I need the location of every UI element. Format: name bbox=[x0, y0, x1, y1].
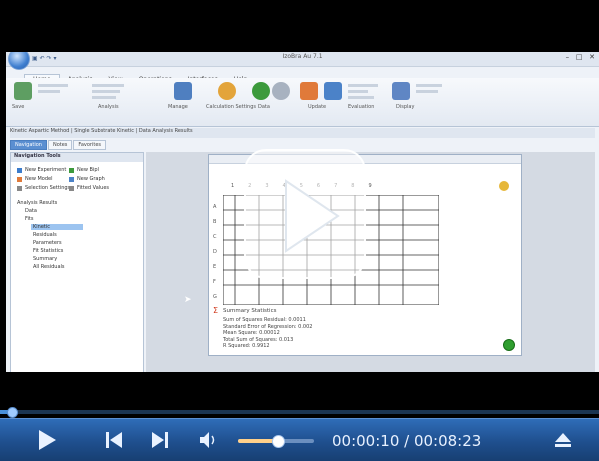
ribbon-tabs: HomeAnalysisViewOperationsInterfacesHelp bbox=[24, 66, 255, 84]
app-titlebar: IzoBra Au 7.1 – □ ✕ bbox=[6, 52, 599, 67]
seek-bar[interactable] bbox=[0, 407, 599, 418]
new-bipl-icon bbox=[69, 168, 74, 173]
ribbon-toolbar: Save Analysis Manage Calculation Setting… bbox=[6, 78, 599, 127]
tree-item: Summary bbox=[33, 256, 58, 262]
new-graph-icon bbox=[69, 177, 74, 182]
ribbon-text-line bbox=[348, 84, 378, 87]
ribbon-label: Data bbox=[258, 104, 270, 110]
new-experiment-icon bbox=[17, 168, 22, 173]
workspace-area: 123456789 ABCDEFG Σ bbox=[146, 152, 595, 372]
play-icon bbox=[39, 430, 56, 450]
summary-title: Summary Statistics bbox=[223, 308, 277, 314]
navigation-pane: Navigation Tools New Experiment New Bipl… bbox=[10, 152, 144, 372]
quick-access-toolbar: ▣ ↶ ↷ ▾ bbox=[32, 55, 57, 62]
video-area[interactable]: IzoBra Au 7.1 – □ ✕ ▣ ↶ ↷ ▾ HomeAnalysis… bbox=[0, 0, 599, 398]
summary-lines: Sum of Squares Residual: 0.0011 Standard… bbox=[223, 317, 312, 350]
subtab-notes: Notes bbox=[47, 140, 73, 150]
nav-item: New Bipl bbox=[77, 167, 99, 173]
player-control-bar: 00:00:10 / 00:08:23 bbox=[0, 418, 599, 461]
time-display: 00:00:10 / 00:08:23 bbox=[332, 432, 482, 450]
ribbon-text-line bbox=[38, 90, 60, 93]
tree-item: Residuals bbox=[33, 232, 57, 238]
fitted-values-icon bbox=[69, 186, 74, 191]
tree-item: Parameters bbox=[33, 240, 62, 246]
next-button[interactable] bbox=[150, 430, 170, 450]
volume-button[interactable] bbox=[198, 430, 220, 450]
new-model-icon bbox=[17, 177, 22, 182]
update-icon bbox=[324, 82, 342, 100]
ribbon-text-line bbox=[416, 90, 438, 93]
subtab-favorites: Favorites bbox=[73, 140, 107, 150]
next-icon bbox=[152, 432, 164, 448]
manage-icon bbox=[174, 82, 192, 100]
eject-icon bbox=[555, 433, 571, 442]
ribbon-label: Calculation Settings bbox=[206, 104, 256, 110]
tree-item: Fit Statistics bbox=[33, 248, 64, 254]
ribbon-text-line bbox=[348, 90, 368, 93]
mouse-cursor-icon: ➤ bbox=[184, 295, 192, 305]
tree-item-selected: Kinetic bbox=[31, 224, 83, 230]
ribbon-label: Evaluation bbox=[348, 104, 375, 110]
tree-item: Analysis Results bbox=[17, 200, 58, 206]
ribbon-text-line bbox=[348, 96, 374, 99]
ribbon-label: Manage bbox=[168, 104, 188, 110]
ribbon-text-line bbox=[416, 84, 442, 87]
data-icon bbox=[252, 82, 270, 100]
summary-sigma-icon: Σ bbox=[213, 306, 219, 315]
nav-item: Selection Settings bbox=[25, 185, 71, 191]
previous-button[interactable] bbox=[104, 430, 124, 450]
sigma-icon bbox=[300, 82, 318, 100]
volume-thumb[interactable] bbox=[272, 435, 285, 448]
nav-item: New Model bbox=[25, 176, 53, 182]
play-button[interactable] bbox=[36, 428, 58, 452]
selection-settings-icon bbox=[17, 186, 22, 191]
eject-button[interactable] bbox=[553, 431, 573, 449]
worksheet-row-labels: ABCDEFG bbox=[213, 204, 217, 300]
nav-item: New Experiment bbox=[25, 167, 67, 173]
run-icon bbox=[503, 339, 515, 351]
seek-bar-thumb[interactable] bbox=[7, 407, 18, 418]
ribbon-label: Update bbox=[308, 104, 327, 110]
ribbon-text-line bbox=[92, 90, 120, 93]
volume-slider[interactable] bbox=[238, 435, 314, 448]
save-icon bbox=[14, 82, 32, 100]
nav-item: Fitted Values bbox=[77, 185, 109, 191]
ribbon-text-line bbox=[92, 84, 124, 87]
app-title: IzoBra Au 7.1 bbox=[282, 53, 323, 60]
document-tabs: Kinetic Aspartic Method | Single Substra… bbox=[10, 128, 595, 138]
ribbon-label: Save bbox=[12, 104, 25, 110]
ribbon-text-line bbox=[92, 96, 116, 99]
display-icon bbox=[392, 82, 410, 100]
tree-item: All Residuals bbox=[33, 264, 65, 270]
navigation-header: Navigation Tools bbox=[11, 153, 143, 162]
speaker-icon bbox=[200, 432, 209, 448]
clear-icon bbox=[272, 82, 290, 100]
nav-item: New Graph bbox=[77, 176, 105, 182]
summary-line: Sum of Squares Residual: 0.0011 bbox=[223, 317, 306, 323]
navigation-subtabs: Navigation Notes Favorites bbox=[10, 140, 107, 150]
tree-item: Data bbox=[25, 208, 37, 214]
ribbon-text-line bbox=[38, 84, 68, 87]
previous-icon bbox=[110, 432, 122, 448]
calculation-icon bbox=[218, 82, 236, 100]
big-play-button[interactable] bbox=[244, 149, 366, 279]
summary-line: R Squared: 0.9912 bbox=[223, 343, 270, 349]
ribbon-label: Display bbox=[396, 104, 415, 110]
subtab-navigation: Navigation bbox=[10, 140, 47, 150]
worksheet-side-panel bbox=[445, 165, 511, 340]
ribbon-label: Analysis bbox=[98, 104, 119, 110]
window-controls: – □ ✕ bbox=[565, 53, 595, 61]
play-icon bbox=[285, 179, 340, 253]
tree-item: Fits bbox=[25, 216, 34, 222]
